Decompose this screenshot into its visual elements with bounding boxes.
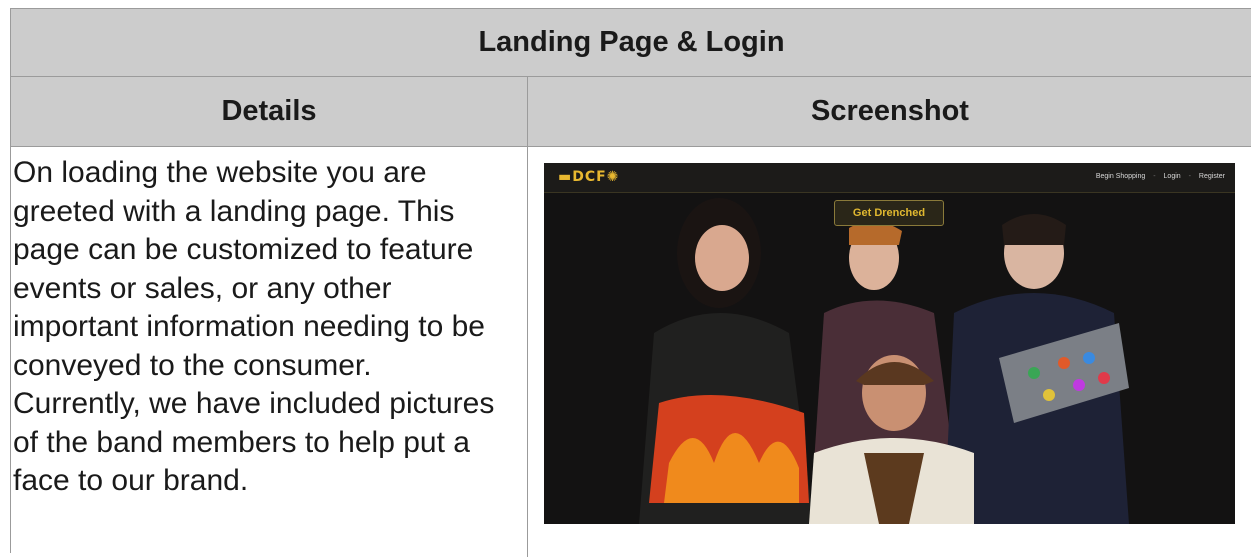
table-title: Landing Page & Login [478, 26, 785, 58]
get-drenched-button[interactable]: Get Drenched [834, 200, 944, 226]
table-title-row: Landing Page & Login [11, 9, 1251, 77]
nav-begin-shopping[interactable]: Begin Shopping [1096, 173, 1145, 180]
navbar-links: Begin Shopping - Login - Register [1090, 173, 1225, 180]
landing-page-screenshot: ▬DCF✺ Begin Shopping - Login - Register … [544, 163, 1235, 524]
details-text: On loading the website you are greeted w… [13, 156, 495, 497]
column-divider [527, 77, 528, 557]
nav-register[interactable]: Register [1199, 173, 1225, 180]
nav-separator: - [1188, 173, 1191, 180]
nav-separator: - [1153, 173, 1156, 180]
brand-logo: ▬DCF✺ [558, 169, 620, 185]
nav-login[interactable]: Login [1164, 173, 1181, 180]
table-header-row: Details Screenshot [11, 77, 1251, 147]
screenshot-header: Screenshot [811, 95, 969, 127]
screenshot-navbar: ▬DCF✺ Begin Shopping - Login - Register [544, 163, 1235, 193]
details-header: Details [221, 95, 317, 127]
